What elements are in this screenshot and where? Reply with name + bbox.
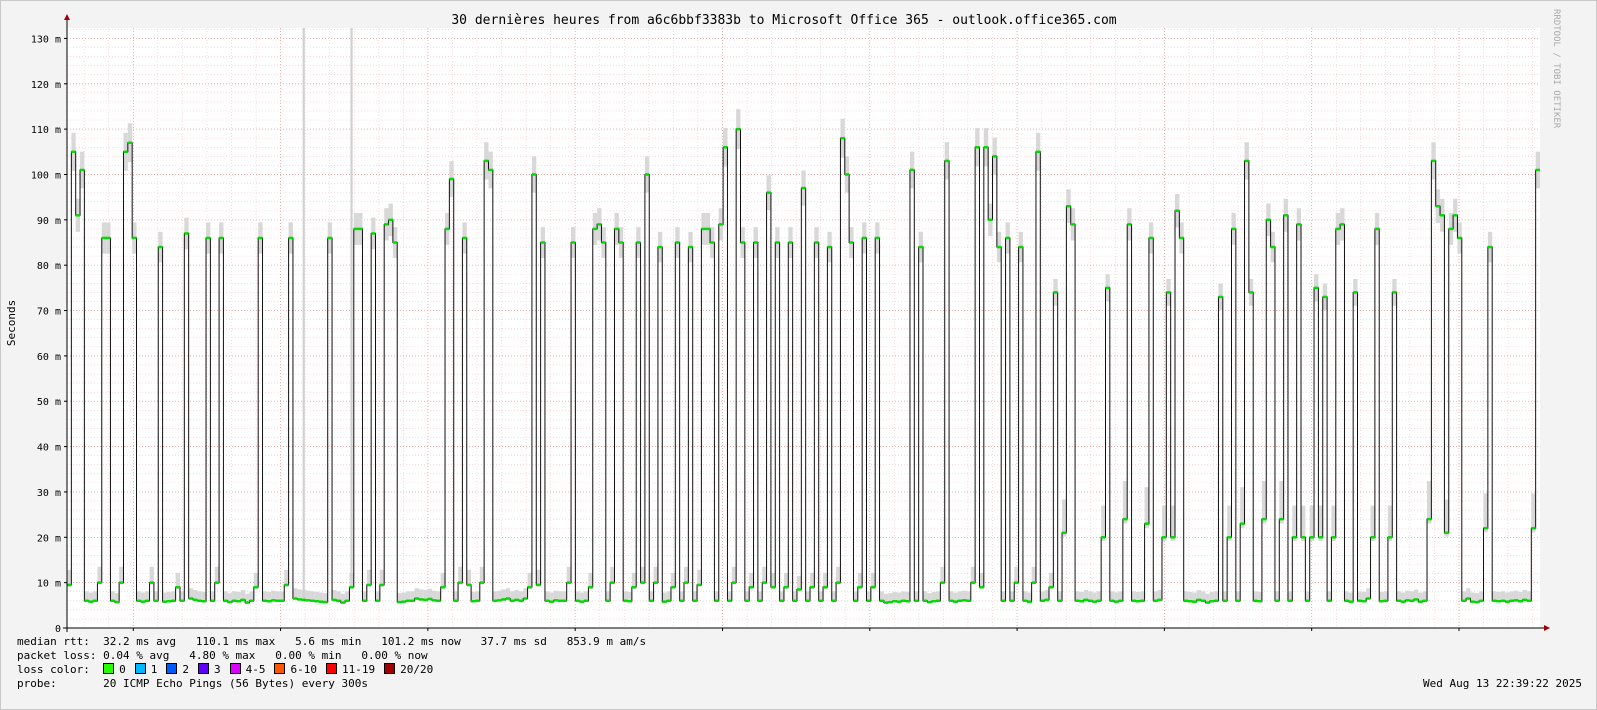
loss-color-item: 20/20 [384, 663, 433, 676]
y-tick-label: 30 m [37, 488, 61, 499]
loss-color-swatch [166, 663, 178, 674]
median-rtt-label: median rtt: [17, 635, 90, 648]
loss-color-label: loss color: [17, 663, 90, 676]
loss-color-value: 11-19 [341, 663, 376, 676]
smoke-band [1318, 505, 1323, 541]
smoke-band [1444, 499, 1449, 537]
loss-color-value: 6-10 [290, 663, 317, 676]
loss-color-swatch [384, 663, 396, 674]
loss-color-item: 2 [166, 663, 189, 676]
loss-color-swatch [325, 663, 337, 674]
latency-chart: 30 dernières heures from a6c6bbf3383b to… [5, 9, 1561, 633]
loss-color-item: 11-19 [325, 663, 376, 676]
loss-color-value: 1 [150, 663, 158, 676]
smoke-band [1122, 481, 1128, 524]
smoke-band [1370, 505, 1375, 541]
chart-frame: 30 dernières heures from a6c6bbf3383b to… [0, 0, 1597, 710]
y-tick-label: 0 [55, 624, 61, 633]
loss-color-item: 0 [103, 663, 126, 676]
y-tick-labels: 0 10 m 20 m 30 m 40 m 50 m 60 m 70 m 80 m 90 m 100… [31, 34, 61, 633]
probe-label: probe: [17, 677, 57, 690]
smoke-band [1531, 493, 1536, 533]
y-axis-label: Seconds [5, 300, 18, 346]
smoke-band [1309, 505, 1315, 541]
smoke-band [1387, 505, 1393, 541]
loss-color-swatch [229, 663, 241, 674]
loss-color-item: 6-10 [274, 663, 317, 676]
loss-color-value: 3 [213, 663, 221, 676]
loss-color-value: 2 [182, 663, 189, 676]
y-tick-label: 80 m [37, 261, 61, 272]
y-tick-label: 50 m [37, 397, 61, 408]
loss-color-swatches: 0 1 2 3 4-5 6-10 11-19 20/20 [103, 663, 442, 676]
smoke-band [1261, 481, 1267, 524]
y-tick-label: 90 m [37, 216, 61, 227]
probe-line: probe: 20 ICMP Echo Pings (56 Bytes) eve… [17, 677, 368, 691]
y-tick-label: 130 m [31, 34, 61, 45]
packet-loss-stats: 0.04 % avg 4.80 % max 0.00 % min 0.00 % … [103, 649, 428, 662]
smoke-band [1161, 505, 1167, 541]
probe-text: 20 ICMP Echo Pings (56 Bytes) every 300s [103, 677, 369, 690]
timestamp: Wed Aug 13 22:39:22 2025 [1423, 677, 1582, 690]
loss-color-line: loss color: 0 1 2 3 4-5 6-10 11-19 20/20 [17, 663, 442, 677]
median-rtt-line: median rtt: 32.2 ms avg 110.1 ms max 5.6… [17, 635, 646, 649]
smoke-band [1144, 487, 1149, 528]
smoke-band [1170, 505, 1176, 541]
y-axis-arrow [64, 14, 70, 20]
y-tick-label: 100 m [31, 170, 61, 181]
smoke-spike [302, 28, 305, 600]
loss-color-swatch [134, 663, 146, 674]
rrdtool-watermark: RRDTOOL / TOBI OETIKER [1551, 9, 1561, 129]
loss-color-item: 3 [197, 663, 221, 676]
smoke-band [1227, 505, 1232, 541]
y-tick-label: 20 m [37, 533, 61, 544]
loss-color-swatch [274, 663, 286, 674]
y-tick-label: 120 m [31, 80, 61, 91]
smoke-band [1062, 499, 1067, 537]
loss-color-item: 1 [134, 663, 158, 676]
y-tick-label: 60 m [37, 352, 61, 363]
y-tick-label: 10 m [37, 579, 61, 590]
y-tick-label: 40 m [37, 443, 61, 454]
y-tick-label: 70 m [37, 307, 61, 318]
smoke-band [1483, 493, 1488, 533]
x-axis-arrow [1544, 625, 1550, 631]
loss-color-item: 4-5 [229, 663, 266, 676]
y-tick-label: 110 m [31, 125, 61, 136]
smoke-band [1292, 505, 1297, 541]
smoke-band [1101, 505, 1106, 541]
smoke-band [1301, 505, 1306, 541]
loss-color-value: 4-5 [245, 663, 266, 676]
packet-loss-line: packet loss: 0.04 % avg 4.80 % max 0.00 … [17, 649, 428, 663]
chart-title: 30 dernières heures from a6c6bbf3383b to… [451, 13, 1116, 28]
smoke-spike [350, 28, 353, 588]
loss-color-value: 0 [119, 663, 126, 676]
smoke-band [1331, 505, 1336, 541]
smoke-band [1279, 481, 1284, 524]
smoke-band [1240, 487, 1245, 528]
loss-color-value: 20/20 [400, 663, 434, 676]
loss-color-swatch [103, 663, 115, 674]
loss-color-swatch [197, 663, 209, 674]
packet-loss-label: packet loss: [17, 649, 97, 662]
median-rtt-stats: 32.2 ms avg 110.1 ms max 5.6 ms min 101.… [103, 635, 647, 648]
smoke-band [1427, 481, 1432, 524]
